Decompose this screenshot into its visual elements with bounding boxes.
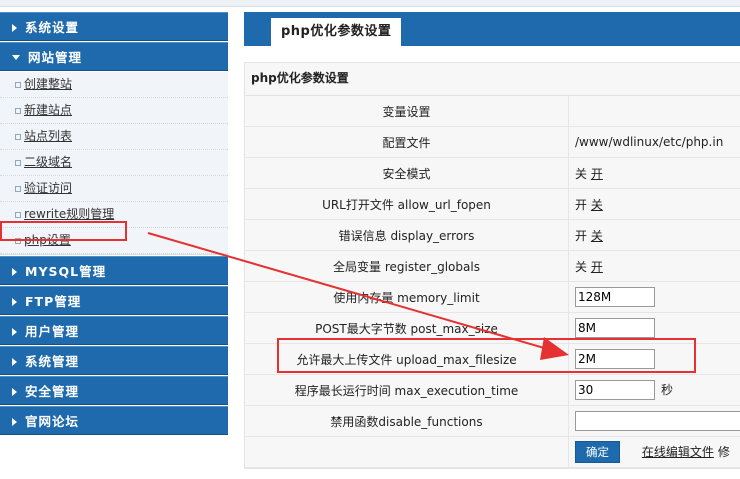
settings-table: 变量设置 配置文件 /www/wdlinux/etc/php.in 安全模式 关…	[245, 96, 740, 468]
sidebar-section-label: 安全管理	[25, 384, 80, 399]
bullet-icon	[15, 82, 21, 88]
sidebar-item-site-list[interactable]: 站点列表	[0, 124, 228, 150]
config-file-path: /www/wdlinux/etc/php.in	[568, 126, 740, 158]
caret-right-icon	[12, 268, 17, 276]
sidebar-section-security[interactable]: 安全管理	[0, 376, 228, 405]
safe-mode-off: 关	[575, 166, 588, 181]
highlight-box-upload-max	[277, 338, 696, 373]
sidebar-item-link[interactable]: rewrite规则管理	[24, 207, 114, 221]
register-globals-toggle: 关 开	[568, 250, 740, 282]
sidebar-section-label: 系统设置	[25, 20, 80, 35]
row-label: URL打开文件 allow_url_fopen	[245, 188, 569, 220]
max-execution-time-input[interactable]	[575, 380, 655, 400]
sidebar-item-link[interactable]: 二级域名	[24, 155, 72, 169]
caret-right-icon	[12, 298, 17, 306]
sidebar-section-label: 官网论坛	[25, 414, 80, 429]
sidebar-item-link[interactable]: 新建站点	[24, 103, 72, 117]
sidebar-item-subdomain[interactable]: 二级域名	[0, 150, 228, 176]
sidebar-item-link[interactable]: 验证访问	[24, 181, 72, 195]
display-errors-off-link[interactable]: 关	[591, 229, 603, 243]
edit-file-link[interactable]: 在线编辑文件	[642, 445, 714, 459]
sidebar-section-site-management[interactable]: 网站管理	[0, 42, 228, 71]
tab-bar: php优化参数设置	[244, 12, 740, 46]
url-fopen-toggle: 开 关	[568, 188, 740, 220]
sidebar-section-system-settings[interactable]: 系统设置	[0, 12, 228, 41]
table-row: 变量设置	[245, 96, 740, 127]
settings-panel: php优化参数设置 变量设置 配置文件 /www/wdlinux/etc/php…	[244, 62, 740, 469]
sidebar-item-link[interactable]: 创建整站	[24, 77, 72, 91]
row-label: 程序最长运行时间 max_execution_time	[245, 374, 569, 406]
truncated-text: 修	[717, 444, 730, 459]
row-label: 全局变量 register_globals	[245, 250, 569, 282]
table-row: 配置文件 /www/wdlinux/etc/php.in	[245, 126, 740, 158]
url-fopen-off-link[interactable]: 关	[591, 198, 603, 212]
sidebar-section-mysql[interactable]: MYSQL管理	[0, 256, 228, 285]
display-errors-on: 开	[575, 228, 588, 243]
sidebar-section-label: FTP管理	[25, 294, 82, 309]
row-label: 错误信息 display_errors	[245, 219, 569, 251]
seconds-unit: 秒	[661, 382, 674, 397]
panel-title: php优化参数设置	[245, 63, 740, 96]
caret-right-icon	[12, 328, 17, 336]
table-row: 全局变量 register_globals 关 开	[245, 250, 740, 282]
bullet-icon	[15, 108, 21, 114]
table-row: 错误信息 display_errors 开 关	[245, 219, 740, 251]
sidebar-section-forum[interactable]: 官网论坛	[0, 406, 228, 435]
register-globals-off: 关	[575, 259, 588, 274]
row-label: 安全模式	[245, 157, 569, 189]
sidebar-item-link[interactable]: 站点列表	[24, 129, 72, 143]
table-row: 确定 在线编辑文件修	[245, 436, 740, 468]
disable-functions-input[interactable]	[575, 411, 740, 431]
row-label: 禁用函数disable_functions	[245, 405, 569, 437]
highlight-box-php-settings	[0, 221, 127, 241]
url-fopen-on: 开	[575, 197, 588, 212]
bullet-icon	[15, 160, 21, 166]
sidebar-item-create-full-site[interactable]: 创建整站	[0, 72, 228, 98]
caret-right-icon	[12, 388, 17, 396]
bullet-icon	[15, 186, 21, 192]
sidebar-section-label: MYSQL管理	[25, 264, 107, 279]
table-row: 使用内存量 memory_limit	[245, 281, 740, 313]
row-label: 变量设置	[245, 96, 569, 127]
table-row: 程序最长运行时间 max_execution_time 秒	[245, 374, 740, 406]
table-row: 安全模式 关 开	[245, 157, 740, 189]
safe-mode-toggle: 关 开	[568, 157, 740, 189]
sidebar-item-new-site[interactable]: 新建站点	[0, 98, 228, 124]
bullet-icon	[15, 212, 21, 218]
row-label: 配置文件	[245, 126, 569, 158]
sidebar-item-auth-access[interactable]: 验证访问	[0, 176, 228, 202]
sidebar-section-users[interactable]: 用户管理	[0, 316, 228, 345]
sidebar-section-ftp[interactable]: FTP管理	[0, 286, 228, 315]
bullet-icon	[15, 134, 21, 140]
memory-limit-input[interactable]	[575, 287, 655, 307]
main-content: php优化参数设置 php优化参数设置 变量设置 配置文件 /www/wdlin…	[244, 12, 740, 479]
tab-php-optimize[interactable]: php优化参数设置	[271, 18, 402, 46]
top-strip	[0, 0, 740, 7]
caret-down-icon	[12, 55, 20, 60]
caret-right-icon	[12, 418, 17, 426]
register-globals-on-link[interactable]: 开	[591, 260, 603, 274]
caret-right-icon	[12, 24, 17, 32]
caret-right-icon	[12, 358, 17, 366]
sidebar-section-label: 用户管理	[25, 324, 80, 339]
display-errors-toggle: 开 关	[568, 219, 740, 251]
submit-button[interactable]: 确定	[575, 441, 620, 463]
table-row: 禁用函数disable_functions	[245, 405, 740, 437]
post-max-size-input[interactable]	[575, 318, 655, 338]
safe-mode-on-link[interactable]: 开	[591, 167, 603, 181]
row-value	[568, 96, 740, 127]
table-row: URL打开文件 allow_url_fopen 开 关	[245, 188, 740, 220]
sidebar-section-label: 系统管理	[25, 354, 80, 369]
row-label: 使用内存量 memory_limit	[245, 281, 569, 313]
sidebar-section-label: 网站管理	[28, 50, 83, 65]
sidebar-section-system-management[interactable]: 系统管理	[0, 346, 228, 375]
row-label	[245, 436, 569, 468]
